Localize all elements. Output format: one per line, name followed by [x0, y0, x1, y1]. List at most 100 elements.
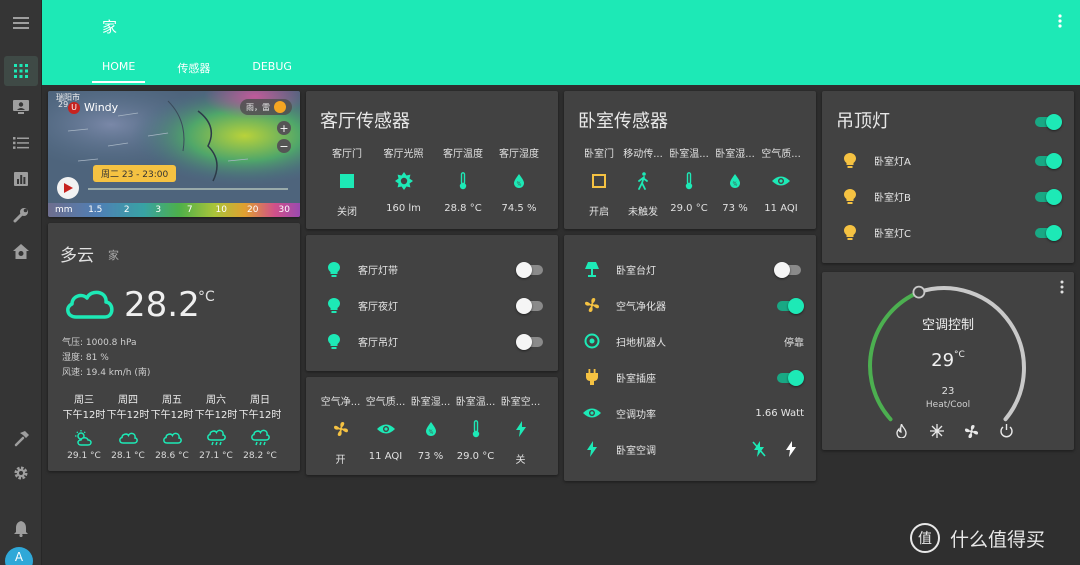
ac-on-button[interactable] — [786, 441, 796, 457]
lightbulb-icon — [328, 333, 340, 349]
plug-toggle[interactable] — [774, 369, 804, 386]
light-row-b[interactable]: 卧室灯B — [838, 184, 1062, 208]
ac-off-button[interactable] — [752, 441, 766, 457]
avatar[interactable]: A — [5, 547, 33, 565]
device-row-ac-power[interactable]: 空调功率 1.66 Watt — [580, 401, 804, 425]
page-title: 家 — [102, 18, 118, 36]
sensor-name: 卧室空... — [500, 397, 541, 407]
sidebar-item-map[interactable] — [4, 92, 38, 122]
sensor-name: 卧室门 — [584, 149, 614, 159]
zoom-in-button[interactable]: + — [277, 121, 291, 135]
lightbulb-icon — [328, 261, 340, 277]
dots-vertical-icon — [1060, 280, 1064, 294]
windy-map-card[interactable]: 瑞阳市 29 U Windy 雨，雷 + − 周二 23 - 23:00 mm … — [48, 91, 300, 217]
menu-button[interactable] — [4, 8, 38, 38]
sensor-temperature[interactable]: 卧室温... 29.0 °C — [453, 393, 498, 466]
living-room-lights-card: 客厅灯带 客厅夜灯 客厅吊灯 — [306, 235, 558, 371]
device-row-ac[interactable]: 卧室空调 — [580, 437, 804, 461]
weather-unit: °C — [198, 289, 215, 305]
sensor-bedroom-temp[interactable]: 卧室温... 29.0 °C — [666, 145, 712, 218]
bedroom-devices-card: 卧室台灯 空气净化器 扫地机器人 停靠 卧室插座 空调功率 1.66 Watt … — [564, 235, 816, 481]
sensor-purifier[interactable]: 空气净... 开 — [318, 393, 363, 466]
fan-mode-button[interactable] — [954, 424, 989, 439]
timeline-slider[interactable] — [88, 188, 288, 190]
rain-layer-icon — [274, 101, 286, 113]
sensor-bedroom-door[interactable]: 卧室门 开启 — [578, 145, 620, 218]
sensor-value: 开启 — [589, 207, 609, 218]
robot-vacuum-icon — [584, 333, 600, 349]
sidebar-item-logbook[interactable] — [4, 128, 38, 158]
light-row-night[interactable]: 客厅夜灯 — [322, 293, 546, 317]
sensor-living-door[interactable]: 客厅门 关闭 — [322, 145, 372, 218]
weather-location: 家 — [108, 249, 119, 262]
sidebar-item-settings[interactable] — [4, 458, 38, 488]
power-off-button[interactable] — [989, 424, 1024, 439]
device-row-lamp[interactable]: 卧室台灯 — [580, 257, 804, 281]
sensor-living-light[interactable]: 客厅光照 160 lm — [372, 145, 435, 218]
sensor-air-quality[interactable]: 空气质... 11 AQI — [363, 393, 408, 466]
cool-mode-button[interactable] — [919, 424, 954, 439]
light-c-toggle[interactable] — [1032, 224, 1062, 241]
lamp-toggle[interactable] — [774, 261, 804, 278]
sensor-value: 11 AQI — [764, 203, 798, 214]
tab-home[interactable]: HOME — [92, 58, 146, 83]
tab-debug[interactable]: DEBUG — [242, 58, 302, 83]
brightness-icon — [394, 172, 413, 190]
sensor-bedroom-humidity[interactable]: 卧室湿... % 73 % — [712, 145, 758, 218]
heat-mode-button[interactable] — [884, 424, 919, 439]
sensor-bedroom-motion[interactable]: 移动传... 未触发 — [620, 145, 666, 218]
light-night-toggle[interactable] — [516, 297, 546, 314]
sidebar-item-config[interactable] — [4, 200, 38, 230]
sidebar: A — [0, 0, 42, 565]
sidebar-item-history[interactable] — [4, 164, 38, 194]
forecast-day: 周日 下午12时 28.2 °C — [238, 391, 282, 461]
ceiling-master-toggle[interactable] — [1032, 113, 1062, 130]
partly-cloudy-icon — [75, 430, 92, 446]
sidebar-item-overview[interactable] — [4, 56, 38, 86]
light-pendant-toggle[interactable] — [516, 333, 546, 350]
sidebar-item-developer-tools[interactable] — [4, 424, 38, 454]
sensor-living-humidity[interactable]: 客厅湿度 % 74.5 % — [491, 145, 547, 218]
zoom-out-button[interactable]: − — [277, 139, 291, 153]
device-row-plug[interactable]: 卧室插座 — [580, 365, 804, 389]
light-a-toggle[interactable] — [1032, 152, 1062, 169]
sidebar-item-home-assistant[interactable] — [4, 236, 38, 266]
lightbulb-icon — [328, 297, 340, 313]
list-icon — [13, 137, 29, 149]
purifier-toggle[interactable] — [774, 297, 804, 314]
living-room-sensors-card: 客厅传感器 客厅门 关闭 客厅光照 160 lm 客厅温度 28.8 °C 客厅… — [306, 91, 558, 229]
weather-forecast-card[interactable]: 多云 家 28.2 °C 气压: 1000.8 hPa 湿度: 81 % 风速:… — [48, 223, 300, 471]
row-label: 客厅夜灯 — [358, 301, 398, 313]
forecast-time: 下午12时 — [150, 410, 194, 421]
watermark-text: 什么值得买 — [950, 528, 1046, 551]
layer-tag[interactable]: 雨，雷 — [240, 99, 292, 115]
forecast-day-name: 周三 — [74, 395, 94, 406]
sensor-bedroom-air-quality[interactable]: 空气质... 11 AQI — [758, 145, 804, 218]
ceiling-lights-card: 吊顶灯 卧室灯A 卧室灯B 卧室灯C — [822, 91, 1074, 263]
light-row-a[interactable]: 卧室灯A — [838, 148, 1062, 172]
light-b-toggle[interactable] — [1032, 188, 1062, 205]
tab-sensors[interactable]: 传感器 — [167, 58, 220, 83]
thermostat-card[interactable]: 空调控制 29°C 23 Heat/Cool — [822, 272, 1074, 450]
overflow-menu-button[interactable] — [1058, 14, 1062, 28]
device-row-vacuum[interactable]: 扫地机器人 停靠 — [580, 329, 804, 353]
eye-icon — [583, 408, 601, 418]
sensor-list: 空气净... 开 空气质... 11 AQI 卧室湿... % 73 % 卧室温… — [306, 393, 558, 466]
thermostat-menu-button[interactable] — [1060, 280, 1064, 294]
sensor-humidity[interactable]: 卧室湿... % 73 % — [408, 393, 453, 466]
light-row-c[interactable]: 卧室灯C — [838, 220, 1062, 244]
light-strip-toggle[interactable] — [516, 261, 546, 278]
light-row-pendant[interactable]: 客厅吊灯 — [322, 329, 546, 353]
snowflake-icon — [929, 424, 944, 438]
power-plug-icon — [586, 369, 598, 385]
windy-logo-icon: U — [68, 101, 80, 114]
sensor-living-temp[interactable]: 客厅温度 28.8 °C — [435, 145, 491, 218]
thermostat-unit: °C — [954, 350, 965, 360]
forecast-day: 周六 下午12时 27.1 °C — [194, 391, 238, 461]
fan-icon — [964, 424, 979, 439]
device-row-purifier[interactable]: 空气净化器 — [580, 293, 804, 317]
sidebar-item-notifications[interactable] — [4, 514, 38, 544]
play-button[interactable] — [57, 177, 79, 199]
light-row-strip[interactable]: 客厅灯带 — [322, 257, 546, 281]
sensor-ac[interactable]: 卧室空... 关 — [498, 393, 543, 466]
